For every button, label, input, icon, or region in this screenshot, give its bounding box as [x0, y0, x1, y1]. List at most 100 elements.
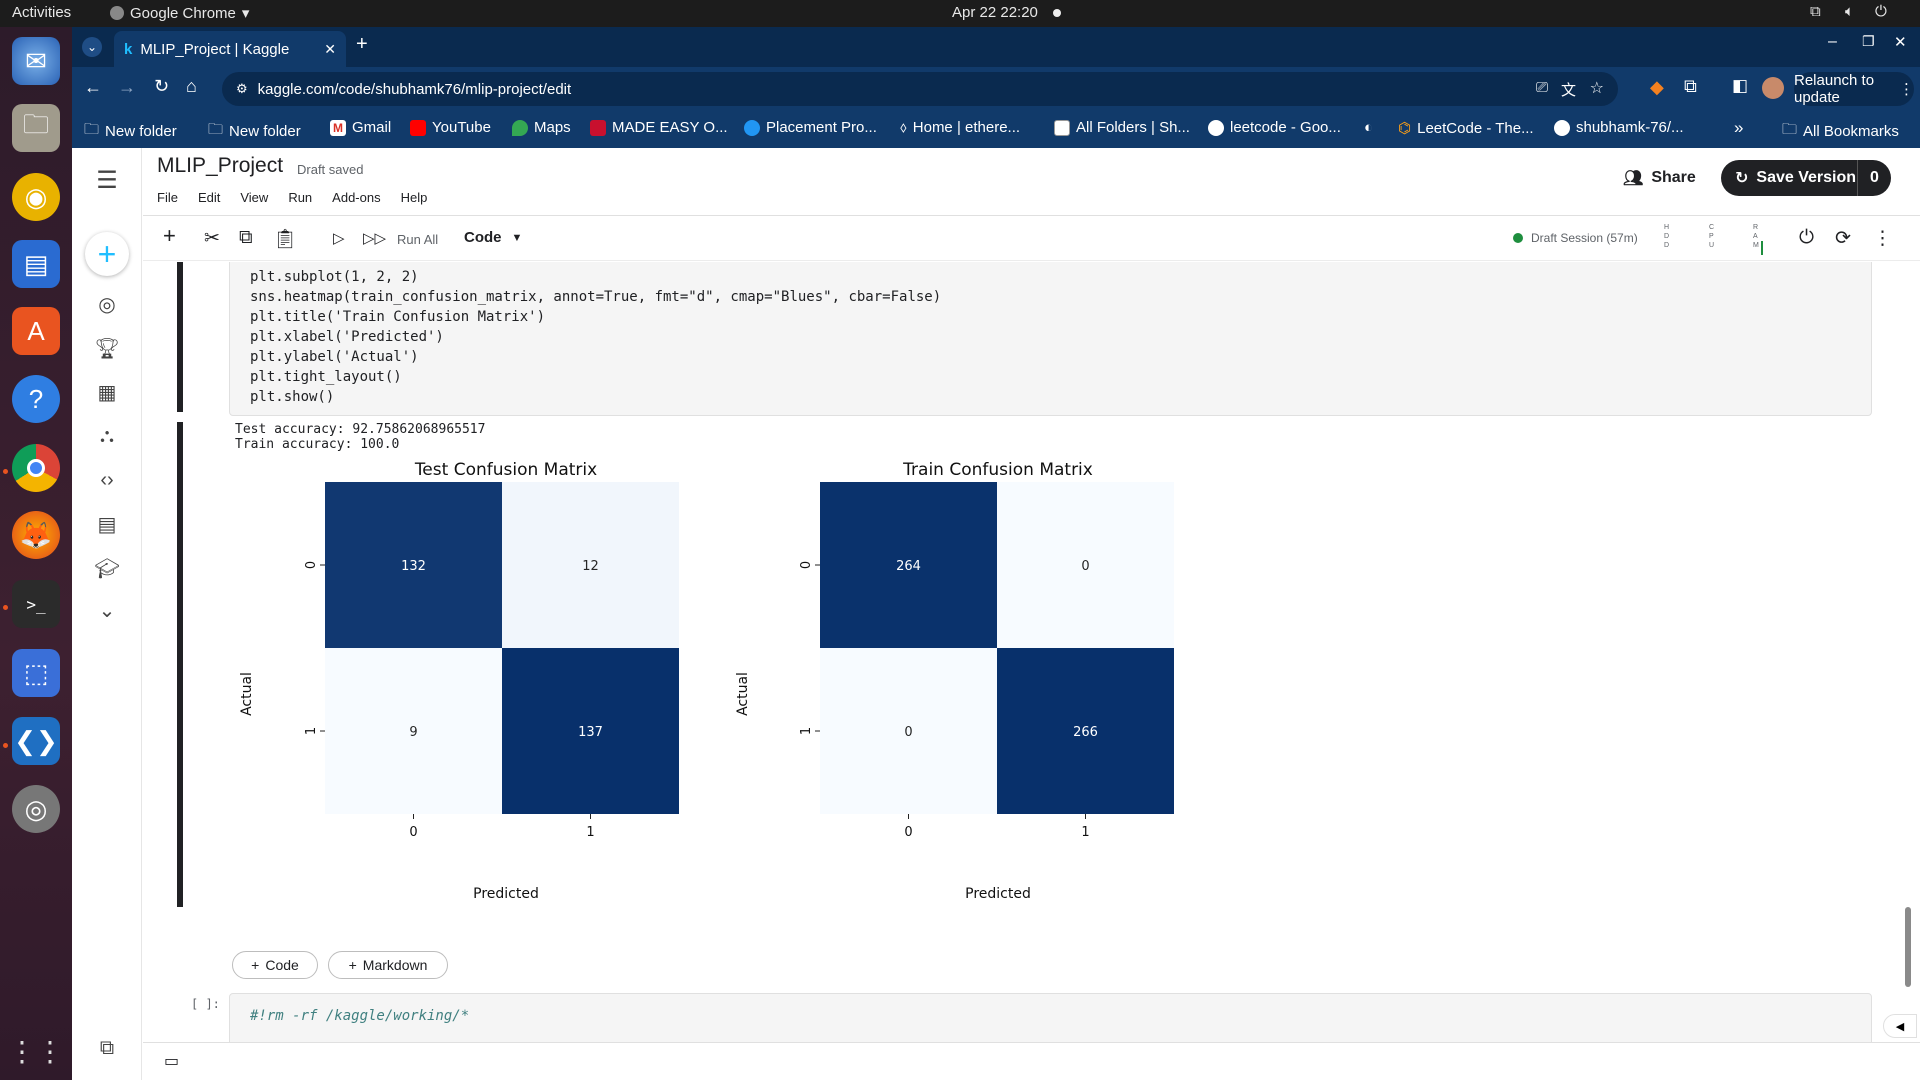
learn-icon[interactable]: 🎓︎ — [94, 556, 119, 580]
disk-icon[interactable]: ◎ — [12, 785, 60, 833]
code-cell-editor[interactable]: #!rm -rf /kaggle/working/* — [229, 993, 1872, 1042]
share-button[interactable]: 👥︎ Share — [1623, 160, 1696, 196]
home-icon[interactable]: ⌂ — [186, 76, 197, 97]
cut-icon[interactable]: ✂ — [204, 227, 220, 250]
chrome-icon[interactable] — [12, 444, 60, 492]
url-text[interactable]: kaggle.com/code/shubhamk76/mlip-project/… — [258, 81, 572, 98]
code-line[interactable]: sns.heatmap(train_confusion_matrix, anno… — [250, 287, 1871, 307]
add-markdown-cell-button[interactable]: + Markdown — [328, 951, 448, 979]
address-bar[interactable]: ⚙ kaggle.com/code/shubhamk76/mlip-projec… — [222, 72, 1618, 106]
bookmark-made-easy[interactable]: MADE EASY O... — [590, 119, 728, 136]
code-editor[interactable]: plt.subplot(1, 2, 2) sns.heatmap(train_c… — [230, 262, 1871, 407]
competitions-trophy-icon[interactable]: 🏆︎ — [94, 336, 119, 360]
code-line[interactable]: plt.subplot(1, 2, 2) — [250, 267, 1871, 287]
code-line[interactable]: plt.title('Train Confusion Matrix') — [250, 307, 1871, 327]
volume-icon[interactable]: 🔈︎ — [1845, 3, 1854, 20]
libreoffice-writer-icon[interactable]: ▤ — [12, 240, 60, 288]
more-bookmarks-icon[interactable]: » — [1734, 118, 1743, 138]
more-options-icon[interactable]: ⋮ — [1873, 227, 1892, 250]
help-icon[interactable]: ? — [12, 375, 60, 423]
code-icon[interactable]: ‹› — [95, 468, 119, 492]
bookmark-etherscan[interactable]: ⬨ Home | ethere... — [900, 119, 1020, 136]
maximize-icon[interactable]: ❐ — [1862, 33, 1875, 50]
code-line[interactable]: #!rm -rf /kaggle/working/* — [250, 1006, 1871, 1026]
add-code-cell-button[interactable]: + Code — [232, 951, 318, 979]
session-status[interactable]: Draft Session (57m) — [1513, 231, 1638, 245]
code-line[interactable]: plt.ylabel('Actual') — [250, 347, 1871, 367]
bookmark-globe[interactable]: ◐ — [1364, 119, 1373, 136]
cell-type-select[interactable]: Code ▼ — [464, 229, 522, 247]
all-bookmarks[interactable]: 🗀 All Bookmarks — [1782, 119, 1899, 144]
bookmark-gmail[interactable]: M Gmail — [330, 119, 391, 136]
menu-add-ons[interactable]: Add-ons — [332, 190, 380, 205]
explore-compass-icon[interactable]: ◎ — [95, 292, 119, 316]
app-menu[interactable]: Google Chrome ▾ — [110, 4, 249, 22]
save-version-count[interactable]: 0 — [1857, 160, 1891, 196]
tab-kaggle[interactable]: k MLIP_Project | Kaggle ✕ — [114, 31, 346, 67]
add-cell-icon[interactable]: + — [163, 223, 176, 249]
show-apps-icon[interactable]: ⋮⋮ — [8, 1027, 64, 1075]
tab-search-icon[interactable]: ⌄ — [82, 37, 102, 57]
new-tab-icon[interactable]: + — [356, 33, 368, 56]
close-window-icon[interactable]: ✕ — [1894, 33, 1907, 51]
power-icon[interactable]: ⏻ — [1799, 227, 1814, 249]
power-icon[interactable]: ⏻ — [1875, 3, 1887, 20]
terminal-icon[interactable]: >_ — [12, 580, 60, 628]
copy-icon[interactable]: ⧉ — [239, 227, 253, 249]
expand-panel-button[interactable]: ◀ — [1883, 1014, 1917, 1038]
models-icon[interactable]: ⛬ — [95, 424, 119, 448]
bookmark-leetcode[interactable]: ⌬ LeetCode - The... — [1398, 119, 1534, 138]
bookmark-youtube[interactable]: YouTube — [410, 119, 491, 136]
menu-file[interactable]: File — [157, 190, 178, 205]
back-icon[interactable]: ← — [84, 77, 102, 98]
app-center-icon[interactable]: A — [12, 307, 60, 355]
bookmark-folder[interactable]: 🗀 New folder — [208, 119, 301, 144]
bookmark-star-icon[interactable]: ☆ — [1590, 78, 1604, 98]
thunderbird-icon[interactable]: ✉ — [12, 37, 60, 85]
metamask-extension-icon[interactable]: ◆ — [1650, 77, 1664, 98]
run-cell-icon[interactable]: ▷ — [333, 229, 345, 247]
notifications-icon[interactable]: ⧉ — [95, 1036, 119, 1060]
activities-button[interactable]: Activities — [12, 4, 71, 21]
profile-avatar[interactable] — [1762, 77, 1784, 99]
bookmark-github[interactable]: shubhamk-76/... — [1554, 119, 1684, 136]
install-app-icon[interactable]: ⎚ — [1536, 79, 1548, 96]
paste-icon[interactable]: 📋︎ — [273, 227, 297, 251]
menu-view[interactable]: View — [240, 190, 268, 205]
vscode-icon[interactable]: ❮❯ — [12, 717, 60, 765]
site-info-icon[interactable]: ⚙ — [236, 81, 248, 97]
notebook-title[interactable]: MLIP_Project — [157, 154, 283, 178]
files-icon[interactable]: 🗀 — [12, 104, 60, 152]
bookmark-maps[interactable]: Maps — [512, 119, 571, 136]
code-line[interactable]: plt.tight_layout() — [250, 367, 1871, 387]
firefox-icon[interactable]: 🦊 — [12, 511, 60, 559]
side-panel-icon[interactable]: ◧ — [1732, 76, 1748, 96]
more-chevron-down-icon[interactable]: ⌄ — [95, 598, 119, 622]
forward-icon[interactable]: → — [118, 77, 136, 98]
bookmark-placement[interactable]: Placement Pro... — [744, 119, 877, 136]
code-line[interactable]: plt.show() — [250, 387, 1871, 407]
scrollbar-thumb[interactable] — [1905, 907, 1911, 987]
restart-icon[interactable]: ⟳ — [1835, 227, 1851, 250]
clock[interactable]: Apr 22 22:20 — [952, 4, 1038, 21]
code-line[interactable]: plt.xlabel('Predicted') — [250, 327, 1871, 347]
menu-help[interactable]: Help — [401, 190, 428, 205]
network-icon[interactable]: ⧉ — [1810, 3, 1821, 20]
minimize-icon[interactable]: – — [1828, 33, 1837, 51]
save-version-button[interactable]: ↻ Save Version 0 — [1721, 160, 1891, 196]
code-cell-editor[interactable]: plt.subplot(1, 2, 2) sns.heatmap(train_c… — [229, 262, 1872, 416]
run-all-label[interactable]: Run All — [397, 232, 438, 247]
create-icon[interactable]: + — [85, 232, 129, 276]
screenshot-icon[interactable]: ⬚ — [12, 649, 60, 697]
bookmark-folder[interactable]: 🗀 New folder — [84, 119, 177, 144]
run-all-icon[interactable]: ▷▷ — [363, 229, 386, 247]
hamburger-menu-icon[interactable]: ☰ — [95, 167, 119, 194]
menu-edit[interactable]: Edit — [198, 190, 220, 205]
rhythmbox-icon[interactable]: ◉ — [12, 173, 60, 221]
relaunch-button[interactable]: Relaunch to update ⋮ — [1794, 72, 1914, 106]
bookmark-all-folders[interactable]: All Folders | Sh... — [1054, 119, 1190, 136]
close-tab-icon[interactable]: ✕ — [324, 41, 336, 58]
discussions-icon[interactable]: ▤ — [95, 512, 119, 536]
console-icon[interactable]: ▭ — [164, 1051, 179, 1071]
reload-icon[interactable]: ↻ — [154, 76, 169, 97]
